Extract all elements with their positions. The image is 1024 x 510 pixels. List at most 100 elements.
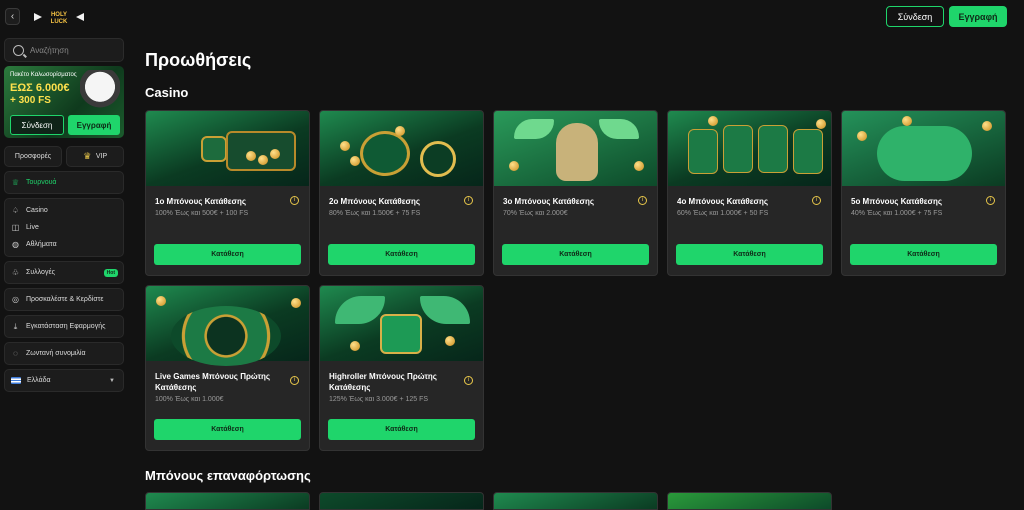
ball-icon: ◍ [12,240,19,249]
cow-mascot-image [80,70,120,118]
promo-card-2[interactable]: 2ο Μπόνους Κατάθεσης i 80% Έως και 1.500… [319,110,484,276]
vip-label: VIP [95,153,108,160]
deposit-button[interactable]: Κατάθεση [850,244,997,265]
language-label: Ελλάδα [27,377,51,384]
info-icon[interactable]: i [812,196,821,205]
welcome-promo-banner[interactable]: Πακέτο Καλωσορίσματος ΕΩΣ 6.000€ + 300 F… [4,66,124,138]
trophy-icon: ♕ [11,178,20,187]
card-subtitle: 40% Έως και 1.000€ + 75 FS [851,210,943,217]
promotions-button[interactable]: Προσφορές [4,146,62,167]
svg-text:HOLY: HOLY [51,12,67,18]
card-title: 5ο Μπόνους Κατάθεσης [851,197,943,206]
promo-card-6[interactable]: Live Games Μπόνους Πρώτης Κατάθεσης i 10… [145,285,310,451]
promo-amount: ΕΩΣ 6.000€ [10,82,70,94]
promo-register-button[interactable]: Εγγραφή [68,115,120,135]
promo-title: Πακέτο Καλωσορίσματος [10,72,77,78]
sidebar-item-label: Εγκατάσταση Εφαρμογής [26,323,106,330]
reload-card-4[interactable] [667,492,832,510]
invite-nav: ◎ Προσκαλέστε & Κερδίστε [4,288,124,311]
spade-icon: ♤ [11,206,20,215]
card-subtitle: 125% Έως και 3.000€ + 125 FS [329,396,429,403]
install-nav: ⤓ Εγκατάσταση Εφαρμογής [4,315,124,338]
coin-icon: ◎ [12,295,19,304]
card-title: 3ο Μπόνους Κατάθεσης [503,197,595,206]
card-subtitle: 100% Έως και 500€ + 100 FS [155,210,249,217]
holy-luck-logo[interactable]: HOLY LUCK [32,9,86,25]
chevron-down-icon: ▼ [109,377,115,384]
sidebar-item-label: Προσκαλέστε & Κερδίστε [26,296,104,303]
info-icon[interactable]: i [986,196,995,205]
promo-card-7[interactable]: Highroller Μπόνους Πρώτης Κατάθεσης i 12… [319,285,484,451]
search-input[interactable] [30,45,120,55]
promotions-label: Προσφορές [14,153,52,160]
sidebar-item-label: Συλλογές [26,269,55,276]
card-subtitle: 80% Έως και 1.500€ + 75 FS [329,210,421,217]
card-subtitle: 100% Έως και 1.000€ [155,396,224,403]
promo-card-5[interactable]: 5ο Μπόνους Κατάθεσης i 40% Έως και 1.000… [841,110,1006,276]
reload-card-3[interactable] [493,492,658,510]
sidebar-item-label: Live [26,224,39,231]
card-title: 1ο Μπόνους Κατάθεσης [155,197,247,206]
collections-nav: ♧ Συλλογές Hot [4,261,124,284]
card-image [494,111,657,186]
sidebar-item-live-chat[interactable]: ◌ Ζωντανή συνομιλία [5,343,123,364]
language-nav: Ελλάδα ▼ [4,369,124,392]
card-image [668,111,831,186]
promo-free-spins: + 300 FS [10,95,51,106]
card-subtitle: 60% Έως και 1.000€ + 50 FS [677,210,769,217]
sidebar: Πακέτο Καλωσορίσματος ΕΩΣ 6.000€ + 300 F… [4,38,124,392]
info-icon[interactable]: i [290,196,299,205]
sidebar-item-install-app[interactable]: ⤓ Εγκατάσταση Εφαρμογής [5,316,123,337]
search-box[interactable] [4,38,124,62]
promo-card-4[interactable]: 4ο Μπόνους Κατάθεσης i 60% Έως και 1.000… [667,110,832,276]
chat-nav: ◌ Ζωντανή συνομιλία [4,342,124,365]
card-image [842,111,1005,186]
promo-login-button[interactable]: Σύνδεση [10,115,64,135]
reload-section-title: Μπόνους επαναφόρτωσης [145,468,311,483]
language-selector[interactable]: Ελλάδα ▼ [5,370,123,391]
card-image [146,111,309,186]
sidebar-item-invite[interactable]: ◎ Προσκαλέστε & Κερδίστε [5,289,123,310]
info-icon[interactable]: i [638,196,647,205]
games-nav: ♤ Casino ◫ Live ◍ Αθλήματα [4,198,124,257]
collections-icon: ♧ [11,268,20,277]
deposit-button[interactable]: Κατάθεση [328,244,475,265]
info-icon[interactable]: i [464,196,473,205]
info-icon[interactable]: i [464,376,473,385]
deposit-button[interactable]: Κατάθεση [676,244,823,265]
greek-flag-icon [11,377,21,384]
sidebar-item-live[interactable]: ◫ Live [5,219,123,236]
sidebar-item-sports[interactable]: ◍ Αθλήματα [5,236,123,253]
deposit-button[interactable]: Κατάθεση [502,244,649,265]
sidebar-item-casino[interactable]: ♤ Casino [5,202,123,219]
sidebar-item-label: Αθλήματα [26,241,57,248]
sidebar-item-collections[interactable]: ♧ Συλλογές Hot [5,262,123,283]
card-subtitle: 70% Έως και 2.000€ [503,210,568,217]
card-image [320,111,483,186]
top-bar: ‹ HOLY LUCK Σύνδεση Εγγραφή [0,0,1024,34]
sidebar-item-tournaments[interactable]: ♕ Τουρνουά [5,172,123,193]
info-icon[interactable]: i [290,376,299,385]
deposit-button[interactable]: Κατάθεση [154,244,301,265]
card-image [320,286,483,361]
card-image [146,286,309,366]
deposit-button[interactable]: Κατάθεση [154,419,301,440]
live-icon: ◫ [11,223,20,232]
vip-button[interactable]: ♛ VIP [66,146,124,167]
reload-card-1[interactable] [145,492,310,510]
card-title: 2ο Μπόνους Κατάθεσης [329,197,421,206]
register-button[interactable]: Εγγραφή [949,6,1007,27]
card-title: Highroller Μπόνους Πρώτης Κατάθεσης [329,372,437,392]
crown-icon: ♛ [83,151,92,161]
promo-card-1[interactable]: 1ο Μπόνους Κατάθεσης i 100% Έως και 500€… [145,110,310,276]
search-icon [13,44,24,56]
chevron-left-icon[interactable]: ‹ [5,8,20,25]
login-button[interactable]: Σύνδεση [886,6,944,27]
deposit-button[interactable]: Κατάθεση [328,419,475,440]
page-title: Προωθήσεις [145,50,252,70]
sidebar-item-label: Τουρνουά [26,179,57,186]
download-icon: ⤓ [13,322,18,331]
sidebar-item-label: Ζωντανή συνομιλία [26,350,86,357]
promo-card-3[interactable]: 3ο Μπόνους Κατάθεσης i 70% Έως και 2.000… [493,110,658,276]
reload-card-2[interactable] [319,492,484,510]
